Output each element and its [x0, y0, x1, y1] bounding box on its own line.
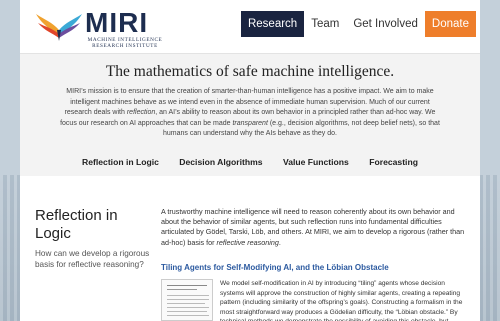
paper-thumbnail[interactable]: [161, 279, 213, 321]
paper-description: We model self-modification in AI by intr…: [220, 280, 463, 321]
tab-decision-algorithms[interactable]: Decision Algorithms: [179, 157, 262, 167]
section-body-em: reflective reasoning: [216, 237, 279, 247]
section-body-text-2: .: [278, 237, 281, 247]
nav-team[interactable]: Team: [304, 11, 346, 37]
nav-research[interactable]: Research: [240, 11, 305, 37]
page-card: MIRI MACHINE INTELLIGENCE RESEARCH INSTI…: [20, 0, 480, 321]
logo-subtitle: MACHINE INTELLIGENCE RESEARCH INSTITUTE: [87, 37, 163, 49]
mission-statement: MIRI’s mission is to ensure that the cre…: [60, 87, 440, 140]
main-nav: Research Team Get Involved Donate: [240, 11, 476, 37]
nav-get-involved[interactable]: Get Involved: [346, 11, 425, 37]
section-body: A trustworthy machine intelligence will …: [161, 207, 466, 248]
tab-forecasting[interactable]: Forecasting: [369, 157, 418, 167]
section-body-text-1: A trustworthy machine intelligence will …: [161, 207, 465, 247]
section-question: How can we develop a rigorous basis for …: [35, 249, 150, 269]
hero-title: The mathematics of safe machine intellig…: [105, 63, 395, 80]
logo-wordmark: MIRI: [85, 7, 149, 38]
paper-title-link[interactable]: Tiling Agents for Self-Modifying AI, and…: [161, 263, 466, 272]
wings-icon: [36, 14, 82, 41]
tab-reflection-in-logic[interactable]: Reflection in Logic: [82, 157, 159, 167]
mission-em-reflection: reflection: [126, 109, 156, 116]
reflection-section: Reflection in Logic How can we develop a…: [20, 176, 480, 321]
hero-panel: The mathematics of safe machine intellig…: [20, 54, 480, 176]
research-tabs: Reflection in Logic Decision Algorithms …: [20, 157, 480, 167]
site-header: MIRI MACHINE INTELLIGENCE RESEARCH INSTI…: [20, 0, 480, 52]
tab-value-functions[interactable]: Value Functions: [283, 157, 349, 167]
donate-button[interactable]: Donate: [424, 11, 476, 37]
section-title: Reflection in Logic: [35, 207, 118, 242]
miri-logo[interactable]: MIRI MACHINE INTELLIGENCE RESEARCH INSTI…: [35, 8, 175, 50]
mission-em-transparent: transparent: [232, 119, 268, 127]
